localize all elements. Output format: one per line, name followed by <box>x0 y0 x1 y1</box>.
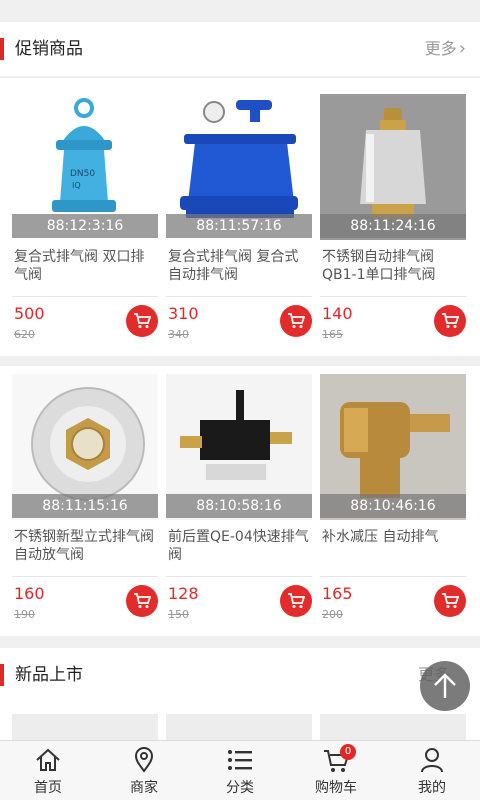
product-name[interactable]: 复合式排气阀 双口排气阀 <box>14 248 158 286</box>
product-card[interactable]: 88:10:58:16 前后置QE-04快速排气阀 128 150 <box>166 374 312 636</box>
product-name[interactable]: 不锈钢自动排气阀QB1-1单口排气阀 <box>322 248 466 286</box>
tab-home[interactable]: 首页 <box>0 741 96 800</box>
cart-icon <box>288 313 305 328</box>
product-price: 160 <box>14 584 45 603</box>
home-icon <box>36 748 60 771</box>
product-name[interactable]: 前后置QE-04快速排气阀 <box>168 528 312 566</box>
back-to-top-button[interactable] <box>420 661 470 711</box>
countdown-timer: 88:11:15:16 <box>12 494 158 518</box>
location-pin-icon <box>134 747 154 773</box>
promo-section-title: 促销商品 <box>15 39 83 59</box>
product-price: 500 <box>14 304 45 323</box>
product-image[interactable] <box>12 714 158 742</box>
add-to-cart-button[interactable] <box>126 585 158 617</box>
new-grid-row <box>0 702 480 742</box>
product-card[interactable]: 88:11:15:16 不锈钢新型立式排气阀自动放气阀 160 190 <box>12 374 158 636</box>
new-section-header: 新品上市 更多 <box>0 648 480 702</box>
more-label: 更多 <box>424 39 457 58</box>
product-name[interactable]: 复合式排气阀 复合式自动排气阀 <box>168 248 312 286</box>
product-image[interactable] <box>320 714 466 742</box>
promo-section-header: 促销商品 更多 › <box>0 22 480 76</box>
new-section-title: 新品上市 <box>15 665 83 685</box>
countdown-timer: 88:10:58:16 <box>166 494 312 518</box>
tab-merchants[interactable]: 商家 <box>96 741 192 800</box>
promo-more-link[interactable]: 更多 › <box>425 22 466 76</box>
countdown-timer: 88:11:57:16 <box>166 214 312 238</box>
add-to-cart-button[interactable] <box>280 585 312 617</box>
tab-categories[interactable]: 分类 <box>192 741 288 800</box>
person-icon <box>421 748 443 773</box>
cart-icon <box>134 593 151 608</box>
product-old-price: 340 <box>168 328 189 341</box>
cart-icon <box>134 313 151 328</box>
tab-label: 商家 <box>130 780 158 796</box>
product-price: 140 <box>322 304 353 323</box>
countdown-timer: 88:10:46:16 <box>320 494 466 518</box>
card-divider <box>166 576 312 577</box>
product-card[interactable]: 88:11:57:16 复合式排气阀 复合式自动排气阀 310 340 <box>166 94 312 356</box>
product-price: 128 <box>168 584 199 603</box>
product-old-price: 150 <box>168 608 189 621</box>
product-name[interactable]: 不锈钢新型立式排气阀自动放气阀 <box>14 528 158 566</box>
card-divider <box>12 576 158 577</box>
countdown-timer: 88:12:3:16 <box>12 214 158 238</box>
app-page: 促销商品 更多 › DN50 IQ 88:12:3:16 复合式排气阀 双口排气阀 <box>0 0 480 800</box>
product-card[interactable]: 88:10:46:16 补水减压 自动排气 165 200 <box>320 374 466 636</box>
product-name[interactable]: 补水减压 自动排气 <box>322 528 466 566</box>
promo-grid-row-2: 88:11:15:16 不锈钢新型立式排气阀自动放气阀 160 190 88:1… <box>0 366 480 636</box>
card-divider <box>320 296 466 297</box>
product-image[interactable] <box>166 714 312 742</box>
product-old-price: 190 <box>14 608 35 621</box>
product-old-price: 165 <box>322 328 343 341</box>
cart-icon <box>442 313 459 328</box>
tab-label: 购物车 <box>315 780 357 796</box>
card-divider <box>166 296 312 297</box>
add-to-cart-button[interactable] <box>280 305 312 337</box>
tab-label: 首页 <box>34 780 62 796</box>
svg-text:IQ: IQ <box>72 181 81 190</box>
product-old-price: 200 <box>322 608 343 621</box>
bottom-tab-bar: 首页 商家 分类 0 购物车 我的 <box>0 740 480 800</box>
card-divider <box>12 296 158 297</box>
countdown-timer: 88:11:24:16 <box>320 214 466 238</box>
cart-count-badge: 0 <box>340 744 356 760</box>
product-price: 165 <box>322 584 353 603</box>
tab-cart[interactable]: 0 购物车 <box>288 741 384 800</box>
chevron-right-icon: › <box>458 38 466 59</box>
list-icon <box>228 750 252 770</box>
product-old-price: 620 <box>14 328 35 341</box>
promo-grid-row-1: DN50 IQ 88:12:3:16 复合式排气阀 双口排气阀 500 620 <box>0 78 480 356</box>
cart-icon <box>288 593 305 608</box>
tab-label: 分类 <box>226 780 254 796</box>
svg-text:DN50: DN50 <box>70 169 95 179</box>
add-to-cart-button[interactable] <box>126 305 158 337</box>
card-divider <box>320 576 466 577</box>
arrow-up-icon <box>434 673 456 698</box>
add-to-cart-button[interactable] <box>434 305 466 337</box>
cart-icon <box>442 593 459 608</box>
add-to-cart-button[interactable] <box>434 585 466 617</box>
section-accent-bar <box>0 664 4 686</box>
tab-mine[interactable]: 我的 <box>384 741 480 800</box>
tab-label: 我的 <box>418 780 446 796</box>
product-price: 310 <box>168 304 199 323</box>
section-accent-bar <box>0 38 4 60</box>
product-card[interactable]: DN50 IQ 88:12:3:16 复合式排气阀 双口排气阀 500 620 <box>12 94 158 356</box>
product-card[interactable]: 88:11:24:16 不锈钢自动排气阀QB1-1单口排气阀 140 165 <box>320 94 466 356</box>
